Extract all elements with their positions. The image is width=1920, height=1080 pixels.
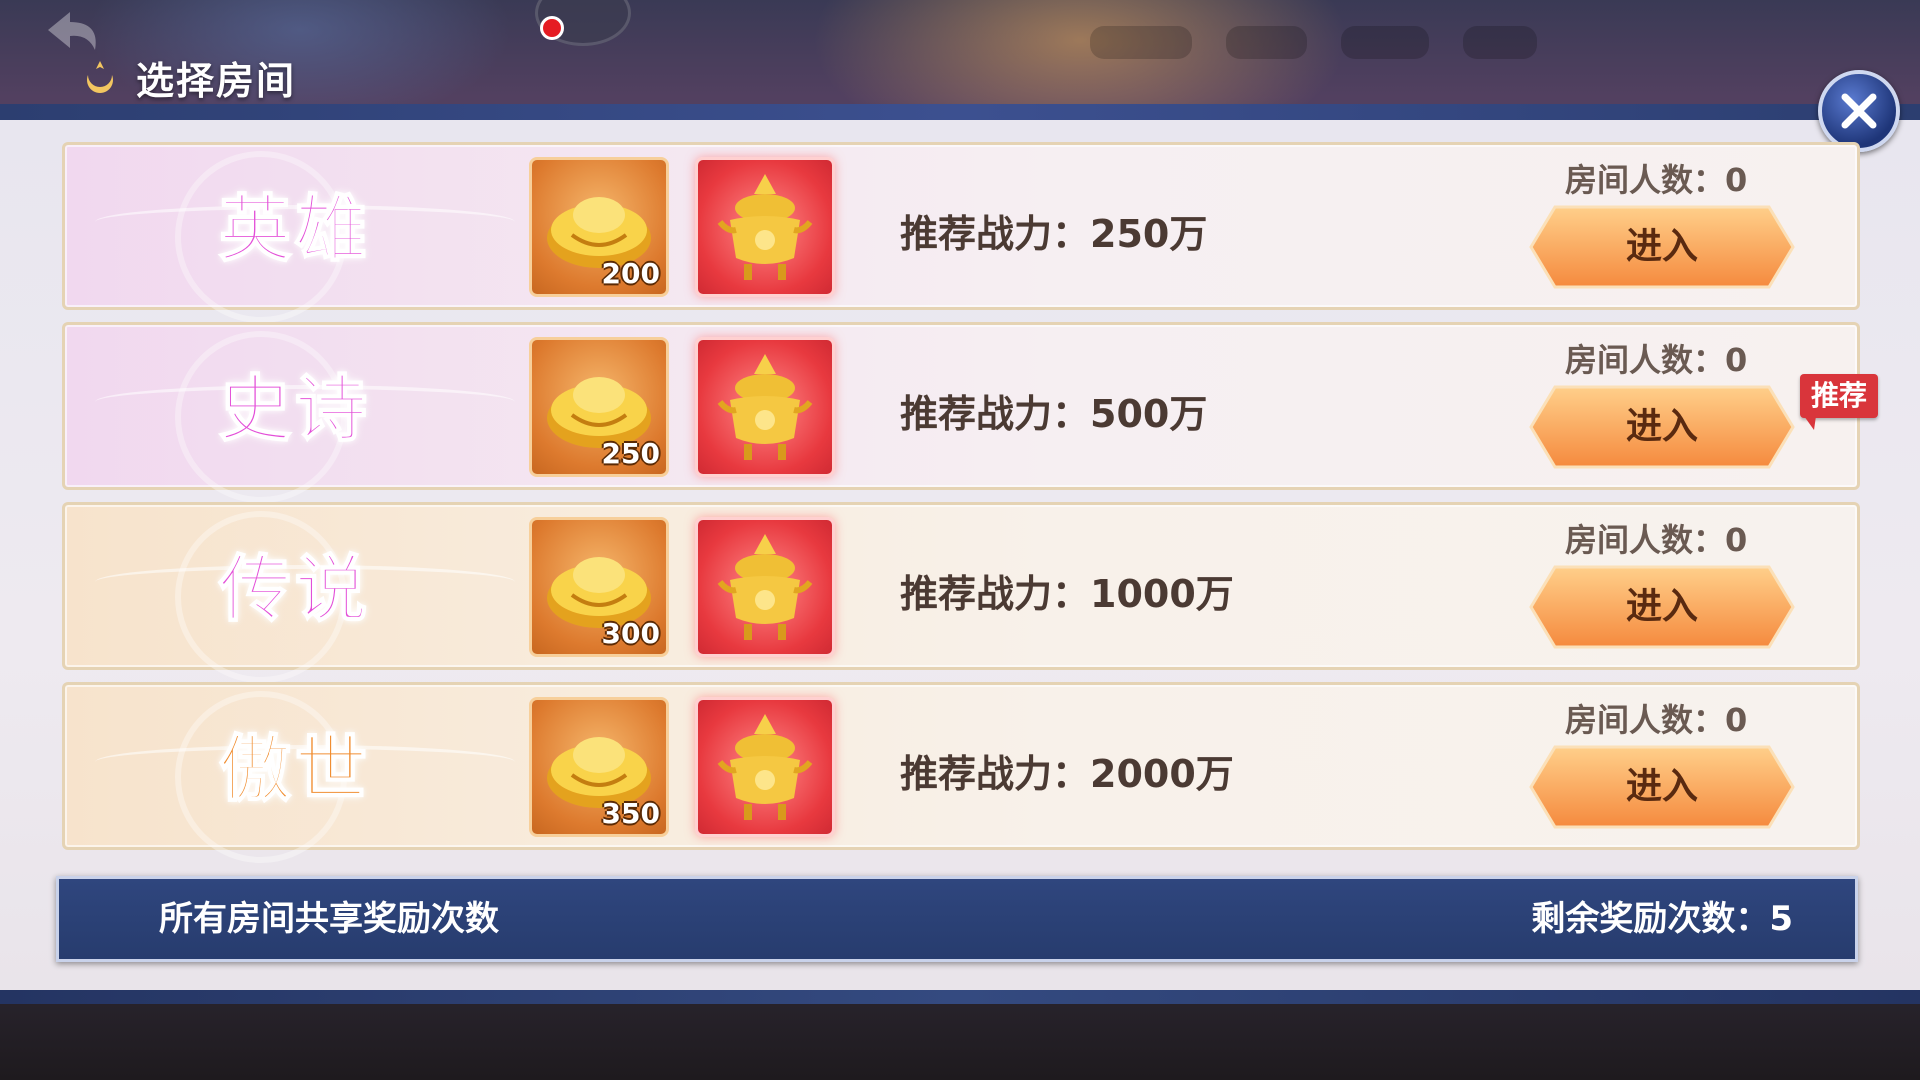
enter-button[interactable]: 进入 (1527, 563, 1797, 651)
gold-count: 200 (601, 257, 660, 290)
panel-top-border (0, 104, 1920, 120)
enter-button[interactable]: 进入 (1527, 203, 1797, 291)
enter-button-label: 进入 (1625, 766, 1698, 807)
resource-pill (1462, 25, 1537, 59)
room-row-hero: 英雄 200 推荐战力：250万 房间人数：0 进入 (62, 142, 1860, 323)
room-row-legend: 传说 300 推荐战力：1000万 房间人数：0 进入 (62, 502, 1860, 683)
remaining-reward-count: 剩余奖励次数：5 (1531, 899, 1793, 939)
gold-count: 250 (601, 437, 660, 470)
room-tier-label: 英雄 (218, 186, 371, 272)
room-tier-label: 传说 (218, 546, 371, 632)
recommended-power: 推荐战力：250万 (900, 212, 1208, 256)
room-member-count: 房间人数：0 (1565, 701, 1748, 739)
gold-ingot-item[interactable]: 350 (529, 697, 669, 837)
room-row-epic: 史诗 250 推荐战力：500万 房间人数：0 进入 (62, 322, 1860, 503)
enter-button-label: 进入 (1625, 226, 1698, 267)
enter-button-label: 进入 (1625, 406, 1698, 447)
gold-ingot-item[interactable]: 200 (529, 157, 669, 297)
recommend-badge: 推荐 (1800, 374, 1878, 430)
gold-ingot-item[interactable]: 300 (529, 517, 669, 657)
golden-censer-icon (717, 174, 813, 280)
chat-log-background (30, 1008, 650, 1042)
notification-dot (540, 16, 564, 40)
close-icon (1841, 93, 1877, 129)
enter-button[interactable]: 进入 (1527, 743, 1797, 831)
room-member-count: 房间人数：0 (1565, 161, 1748, 199)
censer-item[interactable] (695, 517, 835, 657)
panel-bottom-border (0, 990, 1920, 1004)
resource-pill (1225, 25, 1307, 59)
enter-button-label: 进入 (1625, 586, 1698, 627)
room-tier-label: 史诗 (218, 366, 371, 452)
recommended-power: 推荐战力：500万 (900, 392, 1208, 436)
room-member-count: 房间人数：0 (1565, 521, 1748, 559)
censer-item[interactable] (695, 697, 835, 837)
recommended-power: 推荐战力：1000万 (900, 572, 1234, 616)
resource-pill (1340, 25, 1429, 59)
censer-item[interactable] (695, 337, 835, 477)
golden-censer-icon (717, 714, 813, 820)
room-row-supreme: 傲世 350 推荐战力：2000万 房间人数：0 进入 (62, 682, 1860, 863)
gold-ingot-item[interactable]: 250 (529, 337, 669, 477)
room-tier-label: 傲世 (218, 726, 371, 812)
golden-censer-icon (717, 534, 813, 640)
crescent-icon (87, 61, 113, 93)
close-button[interactable] (1818, 70, 1900, 152)
dialog-header: 选择房间 (80, 52, 297, 103)
top-resource-bar (1090, 22, 1890, 62)
recommended-power: 推荐战力：2000万 (900, 752, 1234, 796)
gold-count: 300 (601, 617, 660, 650)
shared-reward-bar: 所有房间共享奖励次数 剩余奖励次数：5 (56, 876, 1858, 962)
gold-count: 350 (601, 797, 660, 830)
enter-button[interactable]: 进入 (1527, 383, 1797, 471)
resource-pill (1090, 25, 1192, 59)
room-member-count: 房间人数：0 (1565, 341, 1748, 379)
page-title: 选择房间 (136, 58, 297, 103)
censer-item[interactable] (695, 157, 835, 297)
golden-censer-icon (717, 354, 813, 460)
shared-reward-label: 所有房间共享奖励次数 (159, 899, 499, 939)
